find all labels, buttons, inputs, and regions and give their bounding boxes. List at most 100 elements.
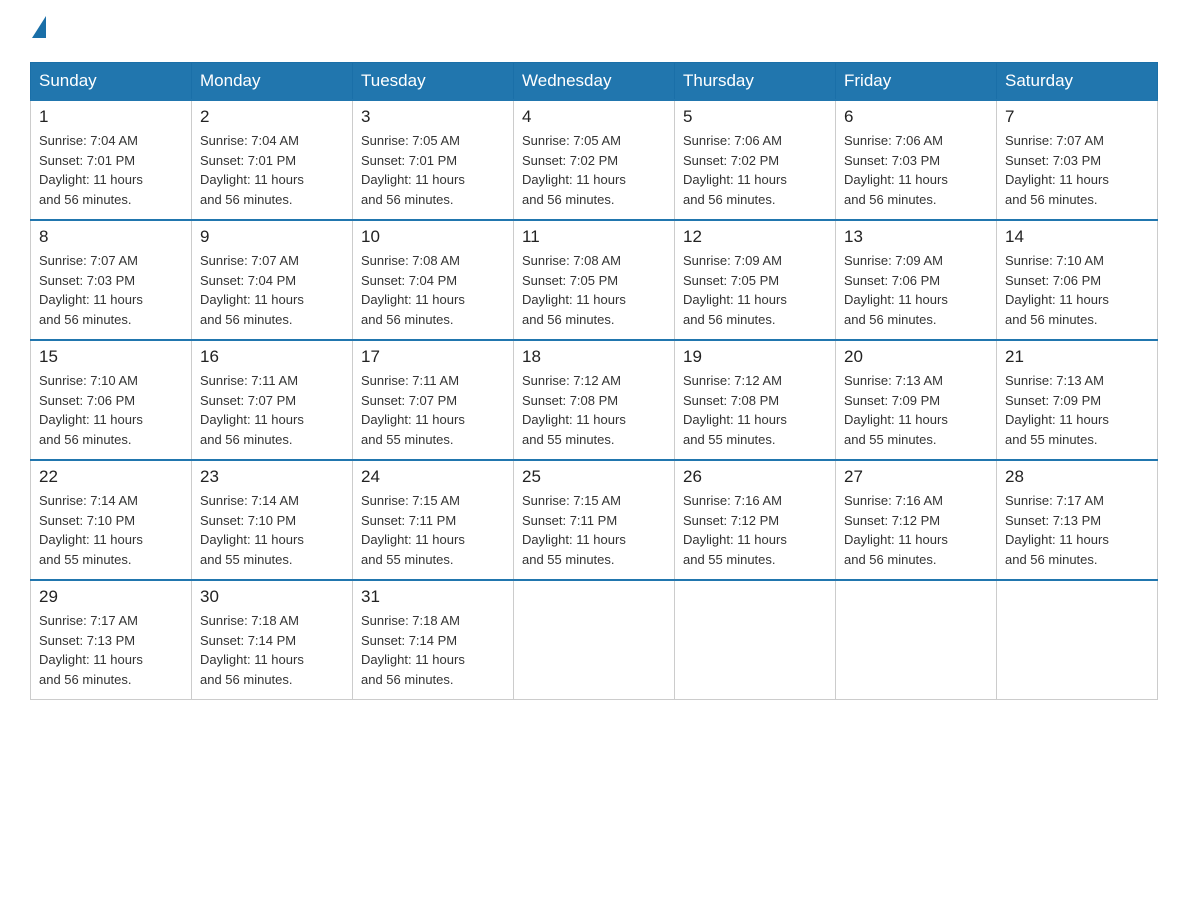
day-info: Sunrise: 7:18 AM Sunset: 7:14 PM Dayligh… (361, 611, 505, 689)
calendar-cell: 13 Sunrise: 7:09 AM Sunset: 7:06 PM Dayl… (836, 220, 997, 340)
calendar-header: SundayMondayTuesdayWednesdayThursdayFrid… (31, 63, 1158, 101)
weekday-header-saturday: Saturday (997, 63, 1158, 101)
day-info: Sunrise: 7:13 AM Sunset: 7:09 PM Dayligh… (1005, 371, 1149, 449)
day-number: 22 (39, 467, 183, 487)
day-number: 31 (361, 587, 505, 607)
day-number: 30 (200, 587, 344, 607)
calendar-body: 1 Sunrise: 7:04 AM Sunset: 7:01 PM Dayli… (31, 100, 1158, 700)
day-info: Sunrise: 7:11 AM Sunset: 7:07 PM Dayligh… (200, 371, 344, 449)
day-number: 17 (361, 347, 505, 367)
day-number: 16 (200, 347, 344, 367)
calendar-cell: 21 Sunrise: 7:13 AM Sunset: 7:09 PM Dayl… (997, 340, 1158, 460)
day-info: Sunrise: 7:15 AM Sunset: 7:11 PM Dayligh… (522, 491, 666, 569)
calendar-cell: 17 Sunrise: 7:11 AM Sunset: 7:07 PM Dayl… (353, 340, 514, 460)
day-number: 14 (1005, 227, 1149, 247)
day-info: Sunrise: 7:13 AM Sunset: 7:09 PM Dayligh… (844, 371, 988, 449)
calendar-cell: 5 Sunrise: 7:06 AM Sunset: 7:02 PM Dayli… (675, 100, 836, 220)
day-info: Sunrise: 7:07 AM Sunset: 7:03 PM Dayligh… (1005, 131, 1149, 209)
calendar-cell: 15 Sunrise: 7:10 AM Sunset: 7:06 PM Dayl… (31, 340, 192, 460)
day-info: Sunrise: 7:04 AM Sunset: 7:01 PM Dayligh… (200, 131, 344, 209)
day-info: Sunrise: 7:17 AM Sunset: 7:13 PM Dayligh… (39, 611, 183, 689)
calendar-cell: 6 Sunrise: 7:06 AM Sunset: 7:03 PM Dayli… (836, 100, 997, 220)
day-number: 5 (683, 107, 827, 127)
calendar-week-row: 29 Sunrise: 7:17 AM Sunset: 7:13 PM Dayl… (31, 580, 1158, 700)
calendar-cell: 4 Sunrise: 7:05 AM Sunset: 7:02 PM Dayli… (514, 100, 675, 220)
day-number: 26 (683, 467, 827, 487)
weekday-header-friday: Friday (836, 63, 997, 101)
day-number: 2 (200, 107, 344, 127)
calendar-cell: 24 Sunrise: 7:15 AM Sunset: 7:11 PM Dayl… (353, 460, 514, 580)
calendar-cell: 19 Sunrise: 7:12 AM Sunset: 7:08 PM Dayl… (675, 340, 836, 460)
calendar-week-row: 15 Sunrise: 7:10 AM Sunset: 7:06 PM Dayl… (31, 340, 1158, 460)
day-info: Sunrise: 7:18 AM Sunset: 7:14 PM Dayligh… (200, 611, 344, 689)
calendar-cell: 10 Sunrise: 7:08 AM Sunset: 7:04 PM Dayl… (353, 220, 514, 340)
day-info: Sunrise: 7:16 AM Sunset: 7:12 PM Dayligh… (683, 491, 827, 569)
day-info: Sunrise: 7:15 AM Sunset: 7:11 PM Dayligh… (361, 491, 505, 569)
weekday-header-wednesday: Wednesday (514, 63, 675, 101)
day-info: Sunrise: 7:11 AM Sunset: 7:07 PM Dayligh… (361, 371, 505, 449)
day-number: 21 (1005, 347, 1149, 367)
day-number: 19 (683, 347, 827, 367)
calendar-week-row: 1 Sunrise: 7:04 AM Sunset: 7:01 PM Dayli… (31, 100, 1158, 220)
calendar-cell: 7 Sunrise: 7:07 AM Sunset: 7:03 PM Dayli… (997, 100, 1158, 220)
calendar-cell (514, 580, 675, 700)
day-info: Sunrise: 7:14 AM Sunset: 7:10 PM Dayligh… (200, 491, 344, 569)
day-number: 29 (39, 587, 183, 607)
day-info: Sunrise: 7:10 AM Sunset: 7:06 PM Dayligh… (39, 371, 183, 449)
day-info: Sunrise: 7:04 AM Sunset: 7:01 PM Dayligh… (39, 131, 183, 209)
day-number: 7 (1005, 107, 1149, 127)
day-info: Sunrise: 7:12 AM Sunset: 7:08 PM Dayligh… (522, 371, 666, 449)
calendar-week-row: 22 Sunrise: 7:14 AM Sunset: 7:10 PM Dayl… (31, 460, 1158, 580)
calendar-cell: 14 Sunrise: 7:10 AM Sunset: 7:06 PM Dayl… (997, 220, 1158, 340)
page-header (30, 20, 1158, 42)
weekday-header-row: SundayMondayTuesdayWednesdayThursdayFrid… (31, 63, 1158, 101)
day-number: 24 (361, 467, 505, 487)
day-info: Sunrise: 7:09 AM Sunset: 7:06 PM Dayligh… (844, 251, 988, 329)
calendar-week-row: 8 Sunrise: 7:07 AM Sunset: 7:03 PM Dayli… (31, 220, 1158, 340)
day-info: Sunrise: 7:09 AM Sunset: 7:05 PM Dayligh… (683, 251, 827, 329)
calendar-cell: 16 Sunrise: 7:11 AM Sunset: 7:07 PM Dayl… (192, 340, 353, 460)
day-number: 9 (200, 227, 344, 247)
calendar-cell: 25 Sunrise: 7:15 AM Sunset: 7:11 PM Dayl… (514, 460, 675, 580)
calendar-cell: 22 Sunrise: 7:14 AM Sunset: 7:10 PM Dayl… (31, 460, 192, 580)
calendar-cell (675, 580, 836, 700)
calendar-cell (836, 580, 997, 700)
day-number: 11 (522, 227, 666, 247)
logo-triangle-icon (32, 16, 46, 38)
calendar-cell: 11 Sunrise: 7:08 AM Sunset: 7:05 PM Dayl… (514, 220, 675, 340)
weekday-header-thursday: Thursday (675, 63, 836, 101)
day-info: Sunrise: 7:14 AM Sunset: 7:10 PM Dayligh… (39, 491, 183, 569)
calendar-cell: 1 Sunrise: 7:04 AM Sunset: 7:01 PM Dayli… (31, 100, 192, 220)
calendar-cell: 9 Sunrise: 7:07 AM Sunset: 7:04 PM Dayli… (192, 220, 353, 340)
calendar-cell: 26 Sunrise: 7:16 AM Sunset: 7:12 PM Dayl… (675, 460, 836, 580)
calendar-cell: 2 Sunrise: 7:04 AM Sunset: 7:01 PM Dayli… (192, 100, 353, 220)
day-number: 18 (522, 347, 666, 367)
calendar-cell: 29 Sunrise: 7:17 AM Sunset: 7:13 PM Dayl… (31, 580, 192, 700)
day-number: 23 (200, 467, 344, 487)
day-info: Sunrise: 7:07 AM Sunset: 7:04 PM Dayligh… (200, 251, 344, 329)
day-info: Sunrise: 7:10 AM Sunset: 7:06 PM Dayligh… (1005, 251, 1149, 329)
day-info: Sunrise: 7:05 AM Sunset: 7:01 PM Dayligh… (361, 131, 505, 209)
calendar-table: SundayMondayTuesdayWednesdayThursdayFrid… (30, 62, 1158, 700)
day-number: 12 (683, 227, 827, 247)
calendar-cell: 27 Sunrise: 7:16 AM Sunset: 7:12 PM Dayl… (836, 460, 997, 580)
day-number: 28 (1005, 467, 1149, 487)
day-number: 27 (844, 467, 988, 487)
day-number: 20 (844, 347, 988, 367)
day-info: Sunrise: 7:17 AM Sunset: 7:13 PM Dayligh… (1005, 491, 1149, 569)
day-number: 13 (844, 227, 988, 247)
calendar-cell: 18 Sunrise: 7:12 AM Sunset: 7:08 PM Dayl… (514, 340, 675, 460)
day-info: Sunrise: 7:12 AM Sunset: 7:08 PM Dayligh… (683, 371, 827, 449)
day-info: Sunrise: 7:08 AM Sunset: 7:04 PM Dayligh… (361, 251, 505, 329)
day-number: 1 (39, 107, 183, 127)
calendar-cell (997, 580, 1158, 700)
calendar-cell: 12 Sunrise: 7:09 AM Sunset: 7:05 PM Dayl… (675, 220, 836, 340)
day-number: 8 (39, 227, 183, 247)
weekday-header-tuesday: Tuesday (353, 63, 514, 101)
day-info: Sunrise: 7:16 AM Sunset: 7:12 PM Dayligh… (844, 491, 988, 569)
calendar-cell: 23 Sunrise: 7:14 AM Sunset: 7:10 PM Dayl… (192, 460, 353, 580)
calendar-cell: 28 Sunrise: 7:17 AM Sunset: 7:13 PM Dayl… (997, 460, 1158, 580)
day-number: 6 (844, 107, 988, 127)
day-number: 15 (39, 347, 183, 367)
day-number: 4 (522, 107, 666, 127)
